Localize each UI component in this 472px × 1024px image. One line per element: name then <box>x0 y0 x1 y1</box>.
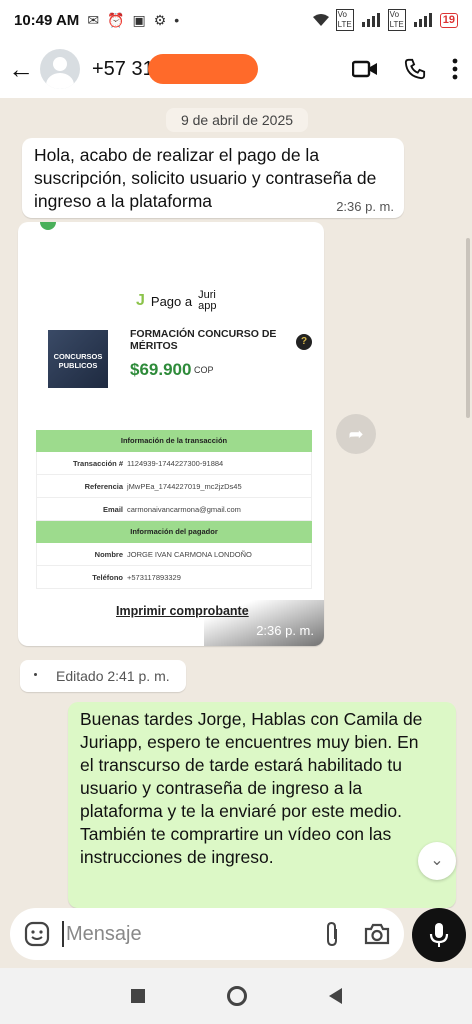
system-nav-bar <box>0 968 472 1024</box>
message-input-box[interactable]: Mensaje <box>10 908 404 960</box>
attach-icon[interactable] <box>324 921 340 947</box>
alarm-icon: ⏰ <box>107 11 125 28</box>
signal-icon-2 <box>413 13 432 27</box>
table-header: Información de la transacción <box>36 430 312 452</box>
table-header: Información del pagador <box>36 521 312 543</box>
row-key: Transacción # <box>72 458 123 468</box>
header-actions <box>352 58 464 80</box>
forward-icon[interactable]: ➦ <box>336 414 376 454</box>
phone-icon[interactable] <box>404 58 426 80</box>
table-row: Email carmonaivancarmona@gmail.com <box>36 498 312 521</box>
edited-label: Editado 2:41 p. m. <box>56 668 170 684</box>
volte-icon: Vo LTE <box>335 9 354 31</box>
table-row: Transacción # 1124939-1744227300-91884 <box>36 452 312 475</box>
status-time: 10:49 AM <box>14 11 80 29</box>
brand-logo: Juri app <box>198 290 216 312</box>
composer-bar: Mensaje <box>0 908 472 964</box>
wifi-icon <box>312 14 329 26</box>
chat-area[interactable]: 9 de abril de 2025 Hola, acabo de realiz… <box>0 98 472 908</box>
row-key: Nombre <box>94 549 123 559</box>
battery-level: 19 <box>442 14 455 26</box>
contact-number: +57 31 <box>92 57 154 80</box>
mic-icon <box>429 923 449 947</box>
brand-prefix: Pago a <box>150 293 193 309</box>
transaction-table: Información de la transacción Transacció… <box>36 430 312 589</box>
date-chip: 9 de abril de 2025 <box>166 108 308 132</box>
clipboard-icon: ▣ <box>132 11 146 28</box>
avatar[interactable] <box>40 49 80 89</box>
row-value: jMwPEa_1744227019_mc2jzDs45 <box>127 481 242 491</box>
row-key: Referencia <box>84 481 123 491</box>
chat-header: ← +57 31 <box>0 40 472 98</box>
row-value: carmonaivancarmona@gmail.com <box>127 504 241 514</box>
incoming-message[interactable]: Hola, acabo de realizar el pago de la su… <box>22 138 404 218</box>
message-time: 2:36 p. m. <box>336 199 394 214</box>
recents-icon[interactable] <box>130 989 145 1003</box>
price: $69.900 <box>130 360 192 379</box>
message-text: Hola, acabo de realizar el pago de la su… <box>34 145 377 211</box>
home-icon[interactable] <box>226 986 247 1006</box>
row-value: JORGE IVAN CARMONA LONDOÑO <box>127 549 252 559</box>
edited-message[interactable]: Editado 2:41 p. m. <box>20 660 186 692</box>
settings-icon: ⚙ <box>153 11 167 28</box>
redaction-mark <box>147 54 258 84</box>
mic-button[interactable] <box>412 908 466 962</box>
volte-icon-2: Vo LTE <box>387 9 406 31</box>
video-call-icon[interactable] <box>352 59 378 79</box>
outgoing-message[interactable]: Buenas tardes Jorge, Hablas con Camila d… <box>68 702 456 908</box>
dot-icon: • <box>174 12 180 28</box>
row-value: 1124939-1744227300-91884 <box>127 458 224 468</box>
mail-icon: ✉ <box>87 11 100 28</box>
chevron-down-icon[interactable]: ⌄ <box>418 842 456 880</box>
message-time: 2:36 p. m. <box>256 623 314 638</box>
row-key: Teléfono <box>92 572 123 582</box>
signal-icon <box>361 13 380 27</box>
message-input[interactable]: Mensaje <box>62 921 282 947</box>
status-system-icons: Vo LTE Vo LTE 19 <box>312 9 458 31</box>
more-vert-icon[interactable] <box>452 58 458 80</box>
help-icon: ? <box>296 334 312 350</box>
brand-mark-icon: J <box>136 292 145 309</box>
battery-icon: 19 <box>439 12 458 28</box>
camera-icon[interactable] <box>364 923 390 945</box>
table-row: Teléfono +573117893329 <box>36 566 312 589</box>
status-bar: 10:49 AM ✉ ⏰ ▣ ⚙ • Vo LTE Vo LTE 19 <box>0 0 472 40</box>
brand-header: J Pago a Juri app <box>136 290 216 312</box>
scrollbar[interactable] <box>466 238 470 418</box>
status-dot <box>40 222 56 230</box>
row-key: Email <box>102 504 123 514</box>
product-title: FORMACIÓN CONCURSO DE MÉRITOS <box>130 328 277 352</box>
back-arrow-icon[interactable]: ← <box>8 54 38 85</box>
table-row: Referencia jMwPEa_1744227019_mc2jzDs45 <box>36 475 312 498</box>
message-text: Buenas tardes Jorge, Hablas con Camila d… <box>80 709 423 867</box>
brand-logo-line2: app <box>198 300 217 312</box>
status-notification-icons: ✉ ⏰ ▣ ⚙ • <box>87 12 179 29</box>
row-value: +573117893329 <box>127 572 181 582</box>
sticker-icon[interactable] <box>24 921 50 947</box>
receipt-image-message[interactable]: J Pago a Juri app CONCURSOS PUBLICOS FOR… <box>18 222 324 646</box>
message-dot <box>34 673 37 676</box>
table-row: Nombre JORGE IVAN CARMONA LONDOÑO <box>36 543 312 566</box>
currency: COP <box>194 365 214 375</box>
product-image: CONCURSOS PUBLICOS <box>48 330 108 388</box>
contact-name[interactable]: +57 31 <box>92 54 258 84</box>
back-icon[interactable] <box>328 988 342 1004</box>
composer-actions <box>324 921 390 947</box>
